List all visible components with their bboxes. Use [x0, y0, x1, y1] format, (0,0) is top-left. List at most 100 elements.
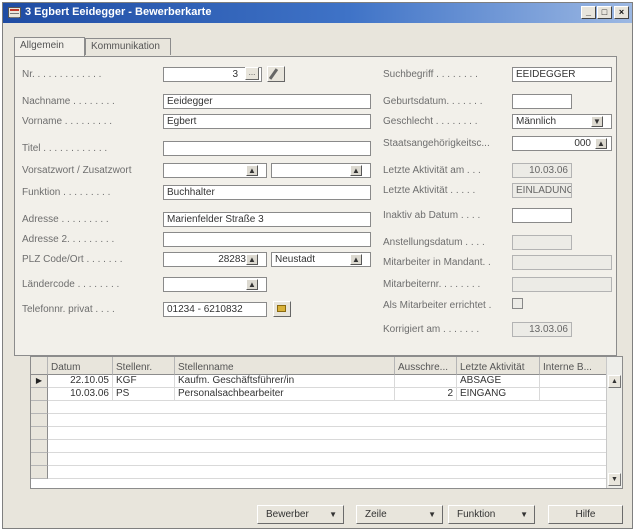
adresse-field[interactable]: Marienfelder Straße 3 — [163, 212, 371, 227]
table-cell-ausschreibung[interactable] — [395, 375, 457, 388]
empty-row[interactable] — [48, 466, 607, 479]
als-mitarbeiter-errichtet-label: Als Mitarbeiter errichtet . — [383, 300, 492, 311]
vorsatzwort-field[interactable]: ▲ — [163, 163, 267, 178]
geschlecht-value: Männlich — [516, 116, 557, 127]
empty-row[interactable] — [48, 427, 607, 440]
row-selector[interactable] — [31, 466, 48, 479]
bewerber-label: Bewerber — [266, 509, 309, 520]
column-header-stellenname[interactable]: Stellenname — [175, 357, 395, 375]
lookup-arrow-icon[interactable]: ▲ — [246, 254, 258, 265]
table-cell-stellenname[interactable]: Kaufm. Geschäftsführer/in — [175, 375, 395, 388]
table-cell-letzte-aktivitaet[interactable]: EINGANG — [457, 388, 540, 401]
table-cell-stellenr[interactable]: KGF — [113, 375, 175, 388]
empty-row[interactable] — [48, 453, 607, 466]
plz-value: 28283 — [218, 254, 246, 265]
funktion-menu-button[interactable]: Funktion ▼ — [448, 505, 535, 524]
telefon-label: Telefonnr. privat . . . . — [22, 304, 115, 315]
suchbegriff-label: Suchbegriff . . . . . . . . — [383, 69, 478, 80]
row-selector-triangle-icon[interactable]: ▶ — [31, 375, 48, 388]
lookup-arrow-icon[interactable]: ▲ — [246, 165, 258, 176]
letzte-aktivitaet-field: EINLADUNG — [512, 183, 572, 198]
zeile-menu-button[interactable]: Zeile ▼ — [356, 505, 443, 524]
table-cell-interne-b[interactable] — [540, 375, 607, 388]
telefon-field[interactable]: 01234 - 6210832 — [163, 302, 267, 317]
scroll-down-icon[interactable]: ▼ — [608, 473, 621, 486]
table-cell-interne-b[interactable] — [540, 388, 607, 401]
minimize-button[interactable]: _ — [581, 6, 596, 19]
grid-scrollbar[interactable]: ▲ ▼ — [606, 357, 622, 488]
plz-field[interactable]: 28283 ▲ — [163, 252, 267, 267]
korrigiert-am-field: 13.03.06 — [512, 322, 572, 337]
empty-row[interactable] — [48, 401, 607, 414]
column-header-datum[interactable]: Datum — [48, 357, 113, 375]
lookup-arrow-icon[interactable]: ▲ — [350, 165, 362, 176]
stellen-grid: Datum Stellenr. Stellenname Ausschre... … — [30, 356, 623, 489]
staatsangehoerigkeit-field[interactable]: 000 ▲ — [512, 136, 612, 151]
staatsangehoerigkeit-value: 000 — [574, 138, 591, 149]
maximize-button[interactable]: □ — [597, 6, 612, 19]
table-cell-ausschreibung[interactable]: 2 — [395, 388, 457, 401]
empty-row[interactable] — [48, 440, 607, 453]
anstellungsdatum-label: Anstellungsdatum . . . . — [383, 237, 485, 248]
scroll-up-icon[interactable]: ▲ — [608, 375, 621, 388]
funktion-field[interactable]: Buchhalter — [163, 185, 371, 200]
chevron-down-icon: ▼ — [329, 510, 337, 519]
edit-button[interactable] — [267, 66, 285, 82]
titel-field[interactable] — [163, 141, 371, 156]
row-selector[interactable] — [31, 414, 48, 427]
bewerber-menu-button[interactable]: Bewerber ▼ — [257, 505, 344, 524]
row-selector[interactable] — [31, 427, 48, 440]
mitarbeiter-mandant-label: Mitarbeiter in Mandant. . — [383, 257, 491, 268]
table-cell-datum[interactable]: 10.03.06 — [48, 388, 113, 401]
laendercode-field[interactable]: ▲ — [163, 277, 267, 292]
geburtsdatum-field[interactable] — [512, 94, 572, 109]
table-cell-stellenname[interactable]: Personalsachbearbeiter — [175, 388, 395, 401]
column-header-interne-b[interactable]: Interne B... — [540, 357, 607, 375]
close-button[interactable]: × — [614, 6, 629, 19]
mitarbeiternr-field — [512, 277, 612, 292]
vorname-label: Vorname . . . . . . . . . — [22, 116, 113, 127]
row-selector[interactable] — [31, 440, 48, 453]
column-header-ausschreibung[interactable]: Ausschre... — [395, 357, 457, 375]
inaktiv-ab-field[interactable] — [512, 208, 572, 223]
tab-allgemein[interactable]: Allgemein — [14, 37, 85, 56]
pencil-icon — [268, 68, 279, 80]
geschlecht-select[interactable]: Männlich ▼ — [512, 114, 612, 129]
table-cell-stellenr[interactable]: PS — [113, 388, 175, 401]
geburtsdatum-label: Geburtsdatum. . . . . . . — [383, 96, 483, 107]
row-selector[interactable] — [31, 401, 48, 414]
row-selector[interactable] — [31, 453, 48, 466]
hilfe-button[interactable]: Hilfe — [548, 505, 623, 524]
ort-value: Neustadt — [275, 254, 316, 265]
table-cell-letzte-aktivitaet[interactable]: ABSAGE — [457, 375, 540, 388]
nachname-field[interactable]: Eeidegger — [163, 94, 371, 109]
vorsatzwort-label: Vorsatzwort / Zusatzwort — [22, 165, 132, 176]
title-bar: 3 Egbert Eeidegger - Bewerberkarte _ □ × — [3, 3, 632, 23]
column-header-stellenr[interactable]: Stellenr. — [113, 357, 175, 375]
nr-label: Nr. . . . . . . . . . . . . — [22, 69, 102, 80]
suchbegriff-field[interactable]: EEIDEGGER — [512, 67, 612, 82]
adresse2-field[interactable] — [163, 232, 371, 247]
zeile-label: Zeile — [365, 509, 387, 520]
korrigiert-am-label: Korrigiert am . . . . . . . — [383, 324, 480, 335]
funktion-label: Funktion . . . . . . . . . — [22, 187, 111, 198]
chevron-down-icon[interactable]: ▼ — [591, 116, 603, 127]
lookup-arrow-icon[interactable]: ▲ — [246, 279, 258, 290]
assist-edit-button[interactable]: ... — [245, 67, 259, 80]
letzte-aktivitaet-am-label: Letzte Aktivität am . . . — [383, 165, 481, 176]
dial-button[interactable] — [273, 301, 291, 317]
lookup-arrow-icon[interactable]: ▲ — [350, 254, 362, 265]
ort-field[interactable]: Neustadt ▲ — [271, 252, 371, 267]
vorname-field[interactable]: Egbert — [163, 114, 371, 129]
column-header-letzte-aktivitaet[interactable]: Letzte Aktivität — [457, 357, 540, 375]
adresse2-label: Adresse 2. . . . . . . . . — [22, 234, 115, 245]
empty-row[interactable] — [48, 414, 607, 427]
zusatzwort-field[interactable]: ▲ — [271, 163, 371, 178]
window-title: 3 Egbert Eeidegger - Bewerberkarte — [25, 6, 212, 18]
funktion-button-label: Funktion — [457, 509, 496, 520]
tab-kommunikation[interactable]: Kommunikation — [85, 38, 171, 55]
table-cell-datum[interactable]: 22.10.05 — [48, 375, 113, 388]
lookup-arrow-icon[interactable]: ▲ — [595, 138, 607, 149]
letzte-aktivitaet-label: Letzte Aktivität . . . . . — [383, 185, 476, 196]
row-selector[interactable] — [31, 388, 48, 401]
